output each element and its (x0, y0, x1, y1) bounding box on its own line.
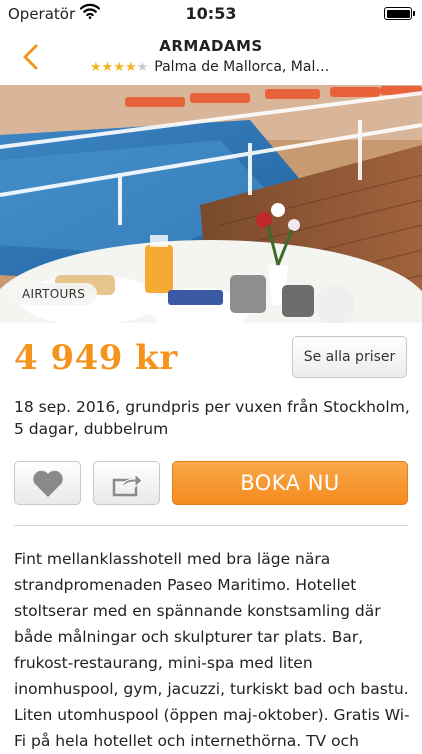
hotel-subtitle: ★ ★ ★ ★ ★ Palma de Mallorca, Mal… (90, 57, 390, 77)
share-icon (112, 472, 143, 497)
favorite-button[interactable] (14, 461, 81, 505)
star-filled-icon: ★ (124, 59, 137, 75)
price: 4 949 kr (14, 338, 178, 378)
heart-icon (33, 470, 63, 497)
battery-icon (384, 7, 412, 20)
hotel-location: Palma de Mallorca, Mal… (154, 59, 330, 75)
hotel-description: Fint mellanklasshotell med bra läge nära… (14, 550, 410, 750)
hotel-title: ARMADAMS (159, 37, 263, 55)
offer-details: 18 sep. 2016, grundpris per vuxen från S… (14, 398, 410, 438)
star-rating: ★ ★ ★ ★ ★ (90, 61, 148, 74)
divider (14, 525, 408, 526)
action-row: BOKA NU (14, 461, 408, 505)
battery-cap (413, 11, 415, 16)
star-filled-icon: ★ (90, 59, 102, 75)
share-button[interactable] (93, 461, 160, 505)
star-filled-icon: ★ (101, 59, 114, 75)
clock: 10:53 (185, 4, 237, 23)
star-empty-icon: ★ (136, 59, 149, 75)
book-now-button[interactable]: BOKA NU (172, 461, 408, 505)
nav-bar: ARMADAMS ★ ★ ★ ★ ★ Palma de Mallorca, Mal… (0, 30, 422, 85)
status-bar: Operatör 10:53 (0, 0, 422, 30)
hotel-photo: AIRTOURS (0, 85, 422, 323)
see-all-prices-button[interactable]: Se alla priser (292, 336, 407, 378)
tour-operator-badge: AIRTOURS (10, 283, 98, 305)
star-filled-icon: ★ (113, 59, 125, 75)
